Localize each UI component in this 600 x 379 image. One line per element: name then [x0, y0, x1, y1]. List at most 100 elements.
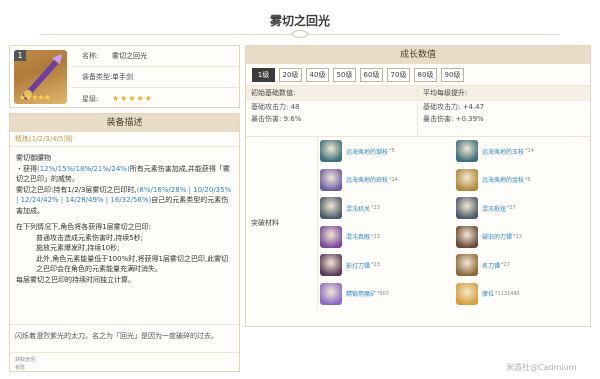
material-count: *27	[501, 262, 510, 269]
material-count: *1131445	[495, 290, 520, 297]
material-count: *23	[371, 262, 380, 269]
material-icon	[320, 197, 342, 220]
info-label: 装备类型:	[82, 73, 113, 81]
level-tab-70[interactable]: 70级	[387, 68, 410, 82]
growth-panel: 成长数值 1级 20级 40级 50级 60级 70级 80级 90级 初始基础…	[245, 45, 591, 327]
info-value: 雾切之回光	[112, 52, 147, 60]
title-ornament	[292, 30, 308, 38]
weapon-image-stars: ★★★★★	[19, 93, 51, 102]
passive-line: 施放元素爆发时,持续10秒;	[36, 244, 120, 252]
rarity-stars: ★★★★★	[112, 94, 153, 103]
material-icon	[456, 282, 478, 305]
material-name[interactable]: 摩拉	[482, 289, 494, 298]
material-item[interactable]: 远海夷地的玉枝 *14	[454, 137, 590, 166]
source-info: 获取途径: 祈愿	[10, 352, 239, 375]
material-name[interactable]: 混沌真眼	[346, 232, 370, 241]
level-tab-80[interactable]: 80级	[414, 68, 437, 82]
left-panel: 1 ★★★★★ 名称: 雾切之回光 装备类型: 单手剑 星级: ★★★★★ 装备…	[9, 45, 240, 372]
refine-levels: 精炼(1/2/3/4/5)阶	[10, 132, 239, 147]
materials-label: 突破材料	[246, 137, 318, 309]
passive-name: 雾切御腰物	[16, 154, 51, 162]
material-name[interactable]: 远海夷地的瑚枝	[346, 147, 388, 156]
base-stats-heading: 初始基础数值:	[246, 86, 417, 101]
material-count: *27	[507, 205, 516, 212]
material-name[interactable]: 混沌机关	[346, 204, 370, 213]
material-name[interactable]: 远海夷地的琼枝	[346, 175, 388, 184]
info-label: 星级:	[82, 94, 99, 103]
growth-header: 成长数值	[246, 46, 590, 64]
material-item[interactable]: 摩拉 *1131445	[454, 280, 590, 309]
passive-line: 在下列情况下,角色将各获得1层雾切之巴印:	[16, 223, 152, 231]
material-name[interactable]: 精锻用魔矿	[346, 289, 376, 298]
passive-line: 此外,角色元素能量低于100%时,将获得1层雾切之巴印,此雾切之巴印会在角色的元…	[36, 254, 229, 274]
material-icon	[320, 254, 342, 277]
avg-stats-heading: 平均每级提升:	[418, 86, 590, 101]
material-icon	[456, 140, 478, 163]
info-value: 单手剑	[112, 73, 133, 81]
material-icon	[456, 168, 478, 191]
level-tab-50[interactable]: 50级	[333, 68, 356, 82]
weapon-story: 闪烁着澄烈紫光的太刀。名之为「回光」是因为一度破碎的过去。	[10, 324, 239, 348]
material-icon	[320, 225, 342, 248]
source-value: 祈愿	[15, 365, 26, 371]
material-name[interactable]: 混沌枢纽	[482, 204, 506, 213]
material-count: *23	[371, 233, 380, 240]
passive-line: 普通攻击造成元素伤害时,持续5秒;	[36, 233, 144, 242]
passive-line: 每层雾切之巴印的持续时间独立计算。	[16, 275, 135, 284]
level-tab-40[interactable]: 40级	[306, 68, 329, 82]
material-count: *6	[525, 176, 531, 183]
rank-badge: 1	[14, 50, 26, 61]
material-item[interactable]: 远海夷地的琼枝 *14	[318, 166, 454, 195]
description-header: 装备描述	[10, 114, 239, 132]
material-item[interactable]: 混沌机关 *23	[318, 194, 454, 223]
level-tabs: 1级 20级 40级 50级 60级 70级 80级 90级	[246, 64, 590, 86]
description-card: 装备描述 精炼(1/2/3/4/5)阶 雾切御腰物 ・获得(12%/15%/18…	[9, 113, 240, 372]
material-icon	[456, 225, 478, 248]
level-tab-1[interactable]: 1级	[252, 68, 275, 82]
material-icon	[320, 282, 342, 305]
avg-atk: 基础攻击力: +4.47	[423, 103, 485, 111]
stats-table: 初始基础数值: 基础攻击力: 48 暴击伤害: 9.6% 平均每级提升: 基础攻…	[246, 86, 590, 137]
info-table: 名称: 雾切之回光 装备类型: 单手剑 星级: ★★★★★	[72, 46, 240, 109]
material-item[interactable]: 混沌真眼 *23	[318, 223, 454, 252]
material-name[interactable]: 名刀镡	[482, 261, 500, 270]
description-body: 雾切御腰物 ・获得(12%/15%/18%/21%/24%)所有元素伤害加成,并…	[10, 147, 239, 291]
weapon-info-card: 1 ★★★★★ 名称: 雾切之回光 装备类型: 单手剑 星级: ★★★★★	[9, 45, 240, 108]
material-item[interactable]: 远海夷地的瑚枝 *5	[318, 137, 454, 166]
material-item[interactable]: 混沌枢纽 *27	[454, 194, 590, 223]
material-item[interactable]: 精锻用魔矿 *907	[318, 280, 454, 309]
material-item[interactable]: 远海夷地的金枝 *6	[454, 166, 590, 195]
level-tab-90[interactable]: 90级	[441, 68, 464, 82]
avg-stats: 平均每级提升: 基础攻击力: +4.47 暴击伤害: +0.39%	[418, 86, 590, 136]
materials-grid: 远海夷地的瑚枝 *5 远海夷地的玉枝 *14 远海夷地的琼枝 *14 远海夷地的金枝 *6 混沌…	[318, 137, 590, 309]
material-count: *5	[389, 148, 395, 155]
material-count: *14	[389, 176, 398, 183]
material-item[interactable]: 影打刀镡 *23	[318, 251, 454, 280]
ascension-materials: 突破材料 远海夷地的瑚枝 *5 远海夷地的玉枝 *14 远海夷地的琼枝 *14 远海夷地的金…	[246, 137, 590, 309]
info-row-name: 名称: 雾切之回光	[72, 46, 240, 67]
page-title: 雾切之回光	[269, 14, 330, 28]
info-row-rarity: 星级: ★★★★★	[72, 88, 240, 109]
avg-crit-dmg: 暴击伤害: +0.39%	[423, 115, 484, 123]
level-tab-20[interactable]: 20级	[279, 68, 302, 82]
base-stats: 初始基础数值: 基础攻击力: 48 暴击伤害: 9.6%	[246, 86, 418, 136]
material-name[interactable]: 影打刀镡	[346, 261, 370, 270]
material-item[interactable]: 名刀镡 *27	[454, 251, 590, 280]
weapon-image: 1 ★★★★★	[14, 50, 67, 104]
material-count: *23	[371, 205, 380, 212]
passive-line: ・获得(12%/15%/18%/21%/24%)所有元素伤害加成,并能获得「雾切…	[16, 164, 230, 184]
material-name[interactable]: 远海夷地的金枝	[482, 175, 524, 184]
material-name[interactable]: 远海夷地的玉枝	[482, 147, 524, 156]
info-row-type: 装备类型: 单手剑	[72, 67, 240, 88]
source-label: 获取途径:	[15, 357, 37, 363]
level-tab-60[interactable]: 60级	[360, 68, 383, 82]
material-icon	[456, 197, 478, 220]
material-count: *23	[513, 233, 522, 240]
base-crit-dmg: 暴击伤害: 9.6%	[251, 115, 302, 123]
material-item[interactable]: 破旧的刀镡 *23	[454, 223, 590, 252]
info-label: 名称:	[82, 52, 99, 60]
material-icon	[320, 140, 342, 163]
passive-line: 雾切之巴印:持有1/2/3层雾切之巴印时,(8%/16%/28% | 10/20…	[16, 185, 232, 215]
material-name[interactable]: 破旧的刀镡	[482, 232, 512, 241]
watermark: 米游社@Cadmium	[506, 363, 577, 372]
